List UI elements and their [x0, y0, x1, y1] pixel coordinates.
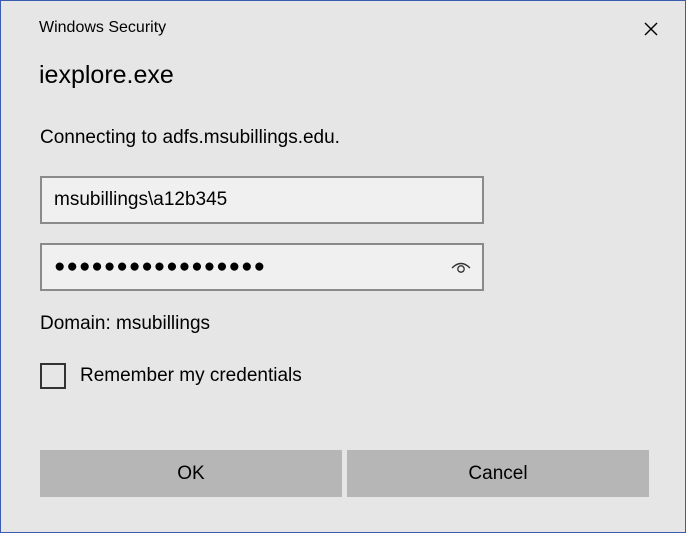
window-title: Windows Security	[39, 19, 167, 36]
connection-message: Connecting to adfs.msubillings.edu.	[40, 127, 340, 148]
ok-button[interactable]: OK	[40, 450, 342, 497]
close-icon	[644, 22, 658, 36]
username-input[interactable]	[42, 178, 444, 222]
remember-credentials-option[interactable]: Remember my credentials	[40, 363, 302, 389]
remember-label: Remember my credentials	[80, 365, 302, 386]
close-button[interactable]	[629, 11, 673, 47]
app-name: iexplore.exe	[39, 61, 174, 89]
eye-icon[interactable]	[450, 257, 472, 277]
username-field-container	[40, 176, 484, 224]
cancel-button[interactable]: Cancel	[347, 450, 649, 497]
remember-checkbox[interactable]	[40, 363, 66, 389]
password-field-container	[40, 243, 484, 291]
password-input[interactable]	[42, 245, 444, 289]
domain-text: Domain: msubillings	[40, 313, 211, 334]
credential-dialog: Windows Security iexplore.exe Connecting…	[0, 0, 686, 533]
